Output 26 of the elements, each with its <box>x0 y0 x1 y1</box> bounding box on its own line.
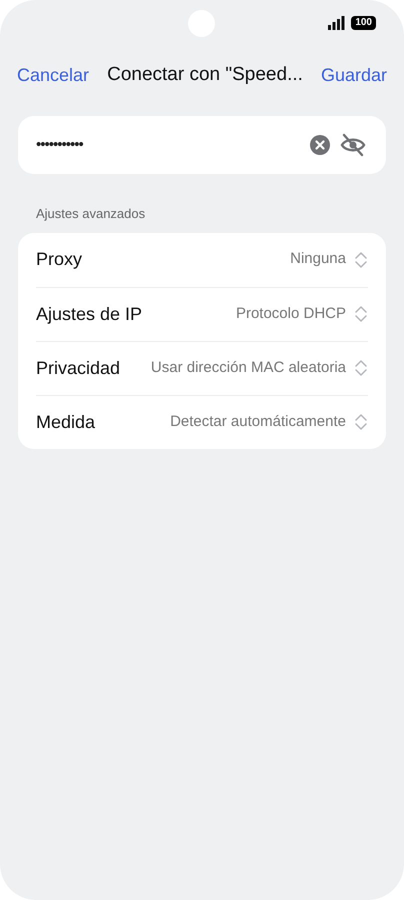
up-down-chevron-icon <box>354 412 368 432</box>
password-field[interactable]: ••••••••••• <box>18 116 386 174</box>
page-title: Conectar con "Speed... <box>107 62 303 87</box>
setting-label: Ajustes de IP <box>36 302 142 326</box>
up-down-chevron-icon <box>354 304 368 324</box>
setting-row[interactable]: Privacidad Usar dirección MAC aleatoria <box>36 340 368 394</box>
setting-label: Privacidad <box>36 356 120 380</box>
setting-row[interactable]: Proxy Ninguna <box>36 232 368 286</box>
setting-value: Ninguna <box>289 249 346 270</box>
eye-slash-icon[interactable] <box>340 133 366 157</box>
setting-label: Medida <box>36 410 96 434</box>
setting-row[interactable]: Medida Detectar automáticamente <box>36 394 368 448</box>
cancel-button[interactable]: Cancelar <box>17 62 90 88</box>
setting-row[interactable]: Ajustes de IP Protocolo DHCP <box>36 286 368 340</box>
clear-icon[interactable] <box>310 135 330 155</box>
setting-value: Usar dirección MAC aleatoria <box>150 358 346 378</box>
battery-level: 100 <box>351 16 376 30</box>
signal-icon <box>327 16 346 30</box>
up-down-chevron-icon <box>354 358 368 378</box>
setting-value: Protocolo DHCP <box>234 304 346 324</box>
setting-value: Detectar automáticamente <box>169 412 346 432</box>
save-button[interactable]: Guardar <box>320 62 387 88</box>
password-value: ••••••••••• <box>36 134 84 155</box>
section-title: Ajustes avanzados <box>36 205 146 223</box>
setting-label: Proxy <box>36 248 82 271</box>
up-down-chevron-icon <box>354 250 368 270</box>
